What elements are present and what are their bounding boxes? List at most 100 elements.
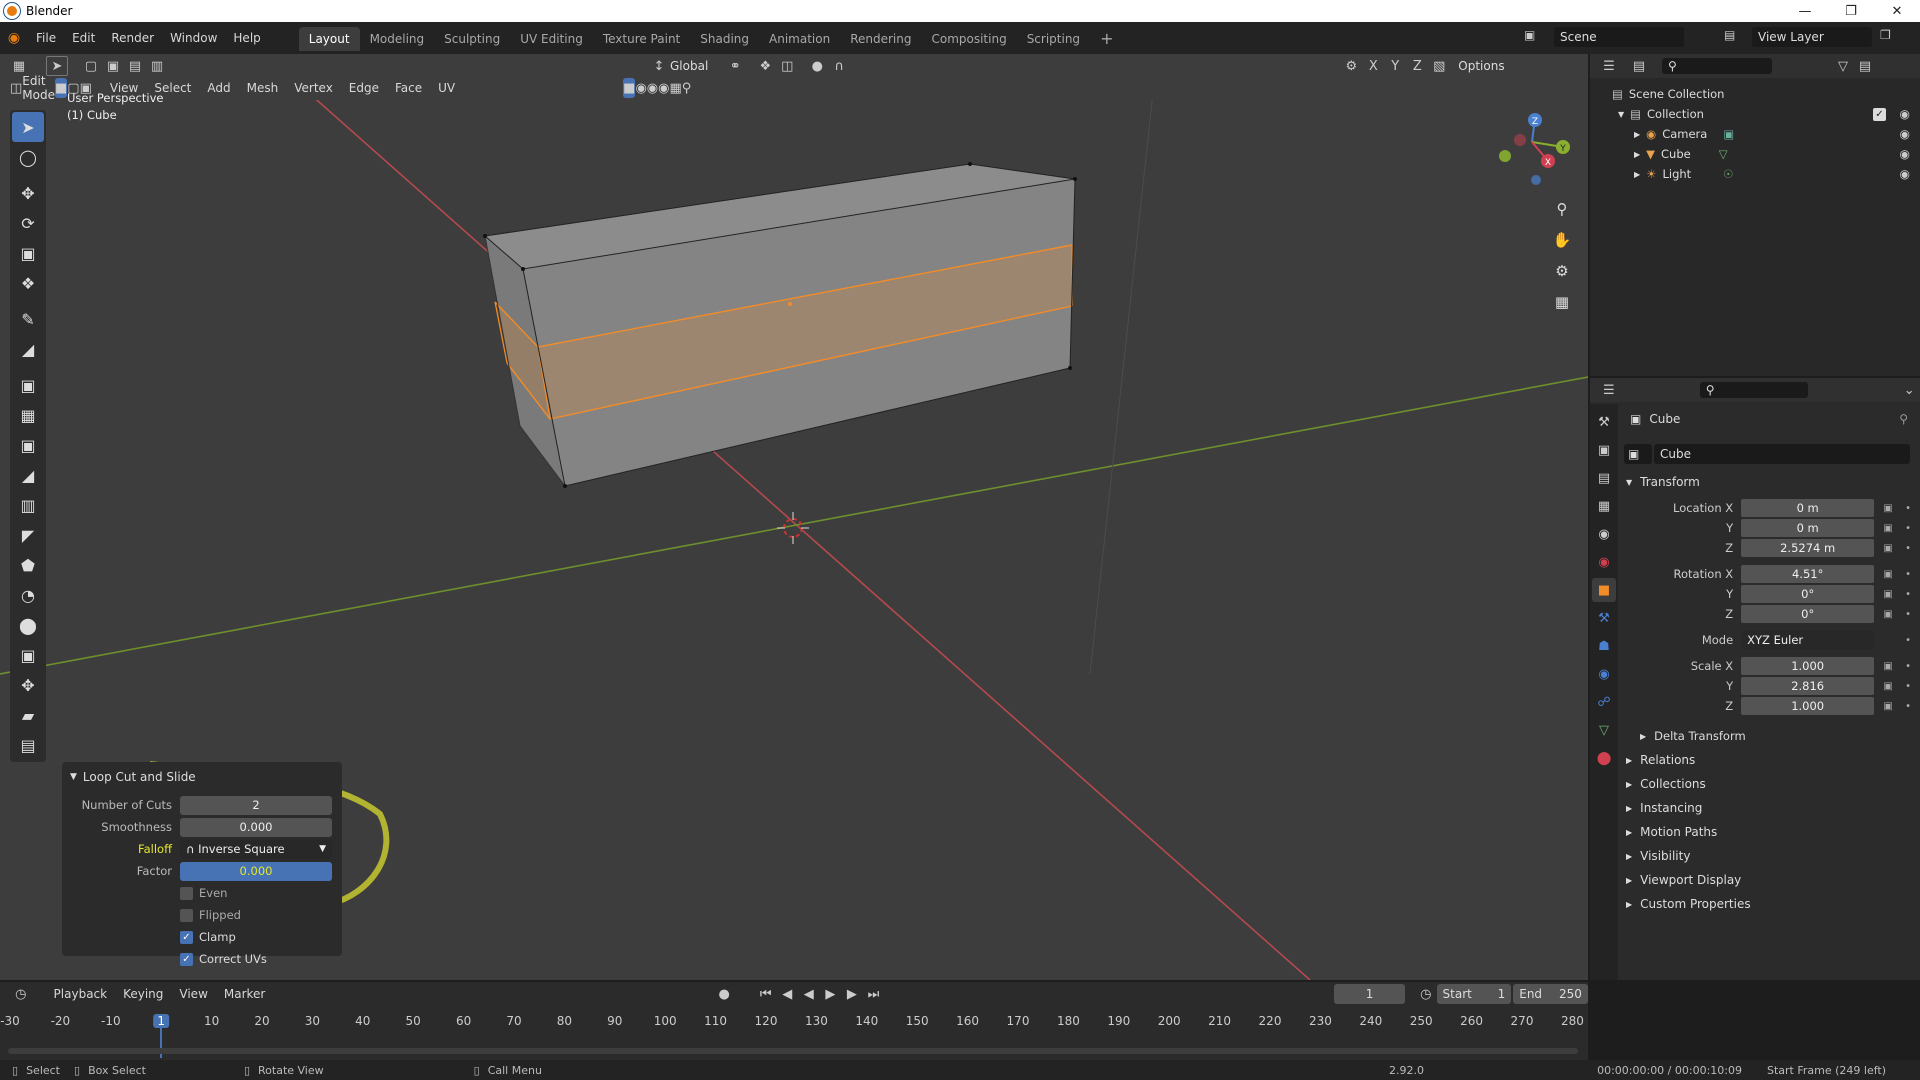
- keyframe-icon[interactable]: •: [1902, 661, 1914, 672]
- pivot-icon[interactable]: ⚭: [724, 56, 746, 76]
- menu-edge[interactable]: Edge: [341, 76, 387, 100]
- select-tool-icon[interactable]: ➤: [12, 112, 44, 142]
- location-y-field[interactable]: 0 m: [1741, 519, 1875, 537]
- keyframe-icon[interactable]: •: [1902, 589, 1914, 600]
- axis-y-toggle[interactable]: Y: [1384, 56, 1406, 76]
- lock-icon[interactable]: ▣: [1882, 569, 1894, 580]
- eye-icon[interactable]: ◉: [1900, 127, 1910, 141]
- pin-icon[interactable]: ⚲: [1899, 412, 1908, 426]
- render-tab-icon[interactable]: ▣: [1592, 438, 1616, 462]
- view-layer-tab-icon[interactable]: ▦: [1592, 494, 1616, 518]
- visibility-header[interactable]: ▶ Visibility: [1624, 844, 1914, 868]
- scale-z-field[interactable]: 1.000: [1741, 697, 1875, 715]
- menu-uv[interactable]: UV: [430, 76, 463, 100]
- transform-section-header[interactable]: ▼ Transform: [1624, 470, 1914, 494]
- menu-mesh[interactable]: Mesh: [239, 76, 287, 100]
- menu-face[interactable]: Face: [387, 76, 430, 100]
- keyframe-icon[interactable]: •: [1902, 543, 1914, 554]
- lock-icon[interactable]: ▣: [1882, 503, 1894, 514]
- auto-merge-icon[interactable]: ▧: [1428, 56, 1450, 76]
- properties-editor-icon[interactable]: ☰: [1598, 380, 1620, 400]
- scale-x-field[interactable]: 1.000: [1741, 657, 1875, 675]
- poly-build-tool-icon[interactable]: ⬟: [12, 550, 44, 580]
- rip-tool-icon[interactable]: ▤: [12, 730, 44, 760]
- pan-hand-icon[interactable]: ✋: [1550, 225, 1574, 256]
- select-box-icon[interactable]: ▢: [80, 56, 102, 76]
- viewport-display-header[interactable]: ▶ Viewport Display: [1624, 868, 1914, 892]
- outliner-editor-icon[interactable]: ☰: [1598, 56, 1620, 76]
- factor-field[interactable]: 0.000: [180, 861, 332, 881]
- menu-window[interactable]: Window: [162, 22, 225, 54]
- expand-icon[interactable]: ▶: [1634, 130, 1640, 139]
- number-of-cuts-field[interactable]: 2: [180, 795, 332, 815]
- lock-icon[interactable]: ▣: [1882, 523, 1894, 534]
- chevron-down-icon[interactable]: ⌄: [1898, 380, 1920, 400]
- 3d-viewport[interactable]: Z Y X ▦ ➤ ▢ ▣ ▤ ▥ ↕ Global ⚭ ❖ ◫ ● ∩ ⚙ X…: [0, 54, 1588, 980]
- location-z-field[interactable]: 2.5274 m: [1741, 539, 1875, 557]
- scale-y-field[interactable]: 2.816: [1741, 677, 1875, 695]
- outliner-item-light[interactable]: ▶ ☀ Light ☉ ◉: [1590, 164, 1920, 184]
- eye-icon[interactable]: ◉: [1900, 147, 1910, 161]
- box-icon[interactable]: ▦: [669, 78, 681, 98]
- keyframe-icon[interactable]: •: [1902, 635, 1914, 646]
- falloff-dropdown[interactable]: ∩ Inverse Square ▼: [180, 839, 332, 859]
- shrink-tool-icon[interactable]: ✥: [12, 670, 44, 700]
- axis-x-toggle[interactable]: X: [1362, 56, 1384, 76]
- mesh-data-icon[interactable]: ▽: [1719, 147, 1728, 161]
- outliner-search-input[interactable]: ⚲: [1662, 58, 1772, 74]
- rotation-x-field[interactable]: 4.51°: [1741, 565, 1875, 583]
- keyframe-icon[interactable]: •: [1902, 609, 1914, 620]
- add-workspace-icon[interactable]: +: [1090, 27, 1123, 51]
- smooth-tool-icon[interactable]: ⬤: [12, 610, 44, 640]
- menu-render[interactable]: Render: [103, 22, 162, 54]
- mode-dropdown[interactable]: Edit Mode: [22, 74, 55, 102]
- scene-field[interactable]: Scene: [1554, 27, 1684, 47]
- select-extend-icon[interactable]: ▣: [102, 56, 124, 76]
- eye-icon[interactable]: ◉: [1900, 167, 1910, 181]
- menu-vertex[interactable]: Vertex: [286, 76, 341, 100]
- expand-icon[interactable]: ▼: [1618, 110, 1624, 119]
- rotate-tool-icon[interactable]: ⟳: [12, 208, 44, 238]
- view-layer-icon[interactable]: ▤: [1724, 28, 1735, 42]
- delta-transform-header[interactable]: ▶ Delta Transform: [1624, 724, 1914, 748]
- blender-menu-icon[interactable]: ◉: [0, 30, 28, 46]
- annotate-tool-icon[interactable]: ✎: [12, 304, 44, 334]
- operator-panel-header[interactable]: ▼ Loop Cut and Slide: [62, 766, 342, 788]
- expand-icon[interactable]: ▶: [1634, 150, 1640, 159]
- relations-header[interactable]: ▶ Relations: [1624, 748, 1914, 772]
- timeline-scrollbar[interactable]: [8, 1048, 1578, 1054]
- collection-row[interactable]: ▼ ▤ Collection ✓ ◉: [1590, 104, 1920, 124]
- object-name-field[interactable]: Cube: [1654, 444, 1910, 464]
- select-invert-icon[interactable]: ▥: [146, 56, 168, 76]
- bevel-tool-icon[interactable]: ◢: [12, 460, 44, 490]
- collections-header[interactable]: ▶ Collections: [1624, 772, 1914, 796]
- tab-animation[interactable]: Animation: [759, 27, 840, 51]
- proportional-edit-icon[interactable]: ●: [806, 56, 828, 76]
- keyframe-icon[interactable]: •: [1902, 503, 1914, 514]
- menu-edit[interactable]: Edit: [64, 22, 103, 54]
- mesh-symmetry-icon[interactable]: ⚙: [1340, 56, 1362, 76]
- view-layer-field[interactable]: View Layer: [1752, 27, 1872, 47]
- properties-editor[interactable]: ☰ ⚲ ⌄ ⚒ ▣ ▤ ▦ ◉ ◉ ■ ⚒ ☗ ◉ ☍ ▽ ⬤ ▣ Cube ⚲…: [1590, 378, 1920, 980]
- scene-icon[interactable]: ▣: [1524, 28, 1544, 42]
- editor-type-icon[interactable]: ▦: [8, 56, 30, 76]
- filter-icon[interactable]: ▽: [1832, 56, 1854, 76]
- snap-icon[interactable]: ❖: [754, 56, 776, 76]
- lock-icon[interactable]: ▣: [1882, 681, 1894, 692]
- menu-help[interactable]: Help: [225, 22, 268, 54]
- select-mode-icon[interactable]: ■: [623, 78, 636, 98]
- physics-tab-icon[interactable]: ◉: [1592, 662, 1616, 686]
- instancing-header[interactable]: ▶ Instancing: [1624, 796, 1914, 820]
- lock-icon[interactable]: ▣: [1882, 543, 1894, 554]
- edge-slide-tool-icon[interactable]: ▣: [12, 640, 44, 670]
- inset-tool-icon[interactable]: ▣: [12, 430, 44, 460]
- keyframe-icon[interactable]: •: [1902, 681, 1914, 692]
- location-x-field[interactable]: 0 m: [1741, 499, 1875, 517]
- header-search-icon[interactable]: ⚲: [682, 78, 692, 98]
- orientation-dropdown[interactable]: Global: [670, 59, 708, 73]
- select-tool-icon[interactable]: ➤: [46, 56, 68, 76]
- scene-tab-icon[interactable]: ◉: [1592, 522, 1616, 546]
- rotation-z-field[interactable]: 0°: [1741, 605, 1875, 623]
- rotation-y-field[interactable]: 0°: [1741, 585, 1875, 603]
- grid-view-icon[interactable]: ▦: [1550, 287, 1574, 318]
